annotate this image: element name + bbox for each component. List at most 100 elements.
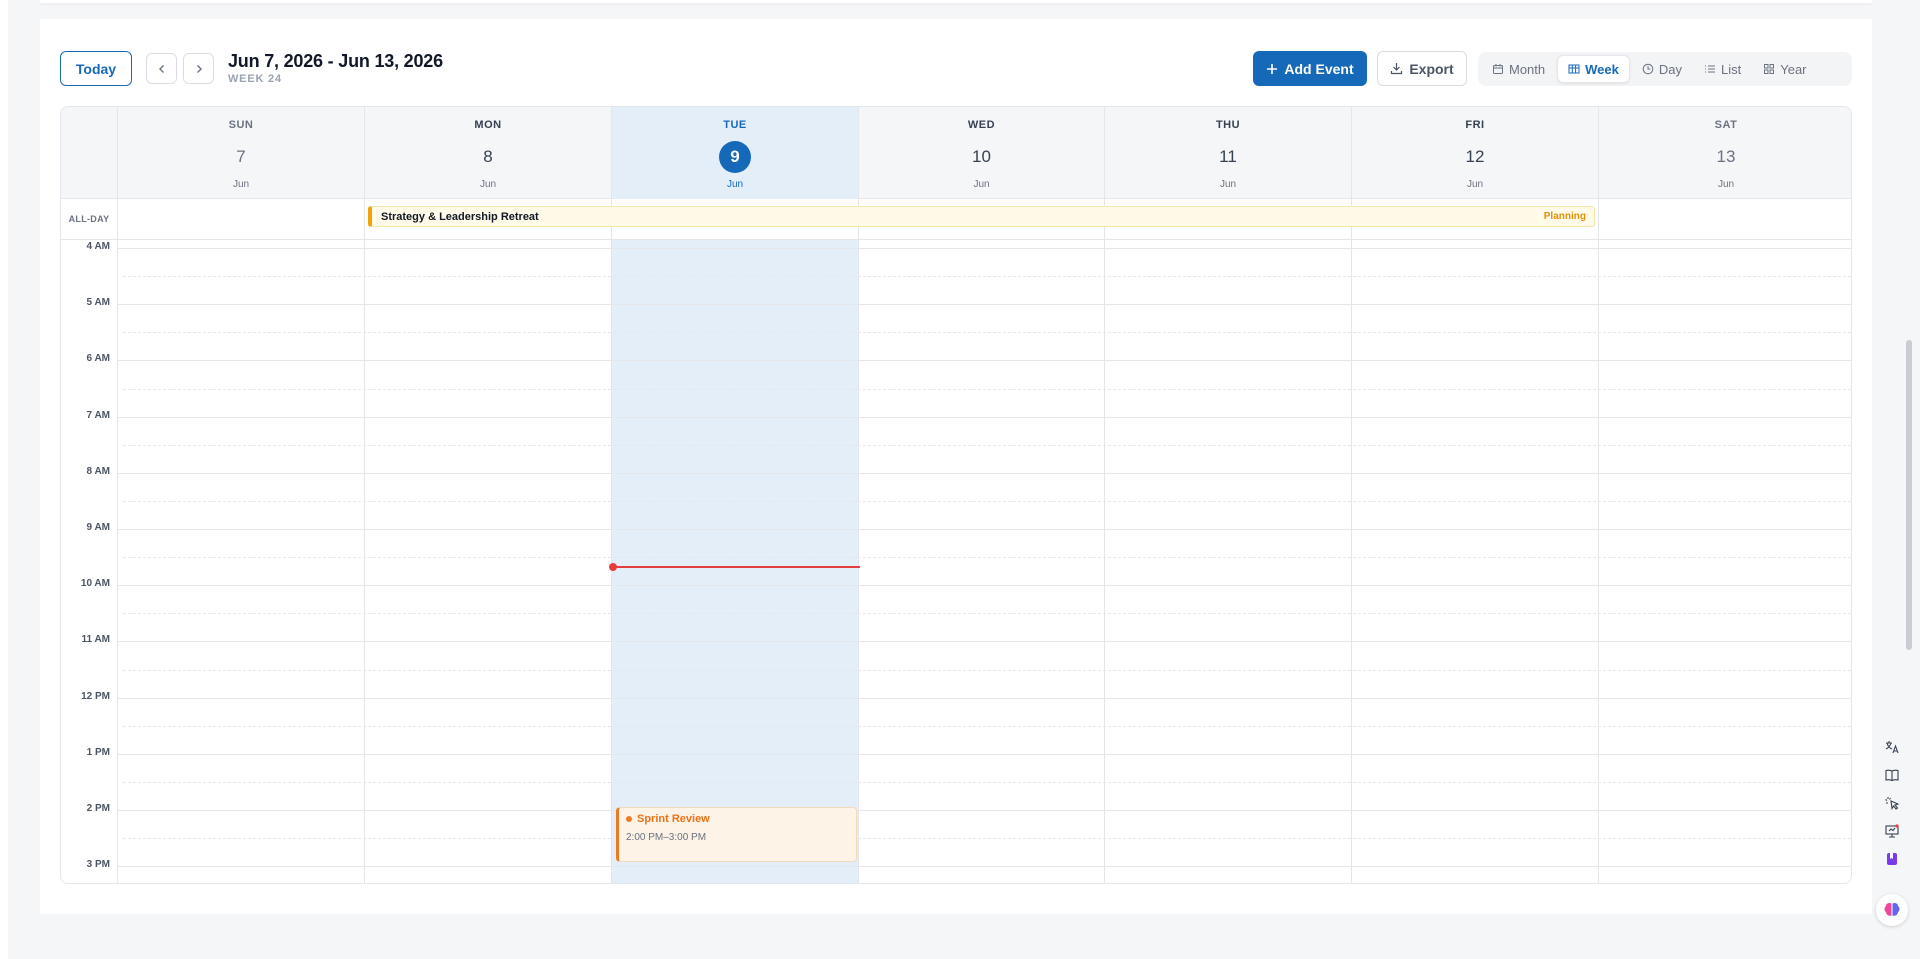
book-icon[interactable] [1880,763,1904,787]
export-label: Export [1409,60,1454,77]
left-edge [0,0,8,959]
event-title-row: Sprint Review [626,813,856,825]
day-header-sat[interactable]: SAT 13 Jun [1598,107,1851,199]
scrollbar[interactable] [1906,150,1912,920]
all-day-event-tag: Planning [1543,211,1586,222]
view-month-label: Month [1509,61,1546,77]
hour-line [117,416,1851,418]
chevron-left-icon [158,64,164,73]
time-grid: 4 AM 5 AM 6 AM 7 AM 8 AM 9 AM 10 AM 11 AM 12 PM 1… [61,240,1851,883]
plus-icon [1267,63,1278,74]
day-header-row: SUN 7 Jun MON 8 Jun TUE 9 Jun WED 10 Jun… [61,107,1851,199]
day-column-mon[interactable] [364,240,611,883]
day-name: MON [474,119,502,131]
week-number: WEEK 24 [228,73,282,85]
half-hour-line [123,781,1851,783]
hour-line [117,866,1851,868]
day-header-thu[interactable]: THU 11 Jun [1104,107,1351,199]
all-day-event[interactable]: Strategy & Leadership Retreat Planning [368,206,1595,227]
current-time-dot [609,563,617,571]
day-number: 13 [1716,147,1736,166]
next-week-button[interactable] [183,53,214,84]
hour-line [117,360,1851,362]
grid-icon [1568,64,1580,74]
translate-icon[interactable] [1880,735,1904,759]
day-header-fri[interactable]: FRI 12 Jun [1351,107,1598,199]
chevron-right-icon [196,64,202,73]
export-button[interactable]: Export [1377,51,1467,86]
day-header-sun[interactable]: SUN 7 Jun [117,107,364,199]
half-hour-line [123,332,1851,334]
day-name: TUE [723,119,747,131]
time-label: 11 AM [81,634,110,646]
week-grid: SUN 7 Jun MON 8 Jun TUE 9 Jun WED 10 Jun… [60,106,1852,884]
day-column-sat[interactable] [1598,240,1851,883]
hour-line [117,472,1851,474]
event-card[interactable]: Sprint Review 2:00 PM–3:00 PM [616,807,857,862]
day-header-wed[interactable]: WED 10 Jun [858,107,1104,199]
time-label: 8 AM [86,465,110,477]
today-button[interactable]: Today [60,51,132,86]
view-day-label: Day [1658,61,1682,77]
top-header-edge [40,0,1872,3]
list-icon [1705,65,1715,73]
half-hour-line [123,276,1851,278]
prev-week-button[interactable] [146,53,177,84]
time-axis: 4 AM 5 AM 6 AM 7 AM 8 AM 9 AM 10 AM 11 AM 12 PM 1… [61,240,117,883]
all-day-label: ALL-DAY [68,214,110,224]
day-header-tue[interactable]: TUE 9 Jun [611,107,858,199]
all-day-cell[interactable] [117,199,364,240]
all-day-row: ALL-DAY Strategy & Leadership Retreat Pl… [61,199,1851,240]
calendar-card: Today Jun 7, 2026 - Jun 13, 2026 WEEK 24… [40,19,1872,914]
half-hour-line [123,557,1851,559]
time-label: 5 AM [86,297,110,309]
hour-line [117,641,1851,643]
time-label: 2 PM [86,803,110,814]
day-number: 12 [1465,147,1485,166]
view-year-button[interactable]: Year [1753,55,1816,83]
hour-line [117,304,1851,306]
presentation-icon[interactable] [1880,819,1904,843]
day-column-sun[interactable] [117,240,364,883]
day-month: Jun [726,179,744,190]
half-hour-line [123,838,1851,840]
day-name: SAT [1714,119,1738,131]
half-hour-line [123,500,1851,502]
day-name: THU [1215,119,1241,131]
view-list-button[interactable]: List [1694,55,1751,83]
scrollbar-thumb[interactable] [1906,340,1912,650]
day-month: Jun [479,179,497,190]
day-name: SUN [228,119,254,131]
date-range-title: Jun 7, 2026 - Jun 13, 2026 [228,51,443,71]
day-month: Jun [1466,179,1484,190]
day-month: Jun [1717,179,1735,190]
day-column-tue[interactable] [611,240,858,883]
all-day-cell[interactable] [1598,199,1851,240]
add-event-button[interactable]: Add Event [1253,51,1367,86]
current-time-indicator [609,563,860,571]
view-day-button[interactable]: Day [1632,55,1692,83]
day-number: 11 [1219,147,1237,166]
calendar-toolbar: Today Jun 7, 2026 - Jun 13, 2026 WEEK 24… [60,51,1852,89]
add-event-label: Add Event [1284,60,1354,77]
hour-line [117,810,1851,811]
day-column-thu[interactable] [1104,240,1351,883]
bookmark-icon[interactable] [1880,847,1904,871]
view-week-button[interactable]: Week [1557,55,1630,83]
time-label: 3 PM [86,859,110,871]
time-label: 1 PM [86,746,110,758]
calendar-icon [1493,64,1503,74]
day-header-mon[interactable]: MON 8 Jun [364,107,611,199]
time-label: 9 AM [86,522,110,533]
time-label: 12 PM [81,690,110,702]
cursor-click-icon[interactable] [1880,791,1904,815]
day-column-wed[interactable] [858,240,1104,883]
half-hour-line [123,388,1851,390]
half-hour-line [123,669,1851,671]
view-month-button[interactable]: Month [1482,55,1555,83]
half-hour-line [123,613,1851,615]
day-number: 10 [972,147,991,166]
hour-line [117,248,1851,249]
day-column-fri[interactable] [1351,240,1598,883]
brain-icon[interactable] [1876,894,1908,926]
